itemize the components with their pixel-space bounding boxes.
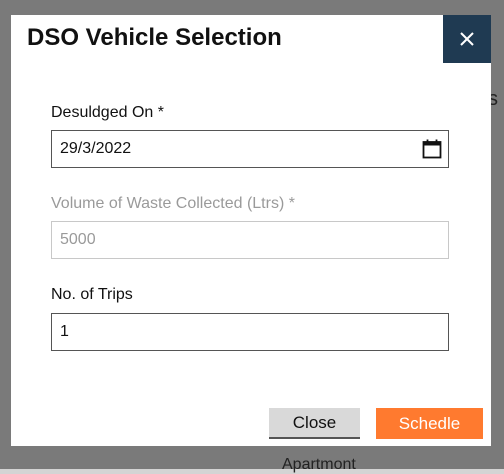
trips-label: No. of Trips: [51, 286, 133, 303]
background-text-fragment: Apartmont: [282, 456, 356, 473]
close-button[interactable]: Close: [269, 408, 360, 439]
calendar-icon[interactable]: [422, 139, 442, 159]
close-icon: [460, 32, 474, 46]
trips-value: 1: [60, 323, 69, 340]
desludged-on-value: 29/3/2022: [60, 140, 132, 157]
dialog-title: DSO Vehicle Selection: [27, 24, 282, 51]
dialog-close-button[interactable]: [443, 15, 491, 63]
desludged-on-label: Desuldged On *: [51, 104, 164, 121]
volume-input: 5000: [51, 221, 449, 259]
trips-input[interactable]: 1: [51, 313, 449, 351]
desludged-on-date-input[interactable]: 29/3/2022: [51, 130, 449, 168]
volume-label: Volume of Waste Collected (Ltrs) *: [51, 195, 295, 212]
volume-value: 5000: [60, 231, 96, 248]
schedule-button[interactable]: Schedle: [376, 408, 483, 439]
dso-vehicle-selection-dialog: DSO Vehicle Selection Desuldged On * 29/…: [11, 15, 491, 446]
